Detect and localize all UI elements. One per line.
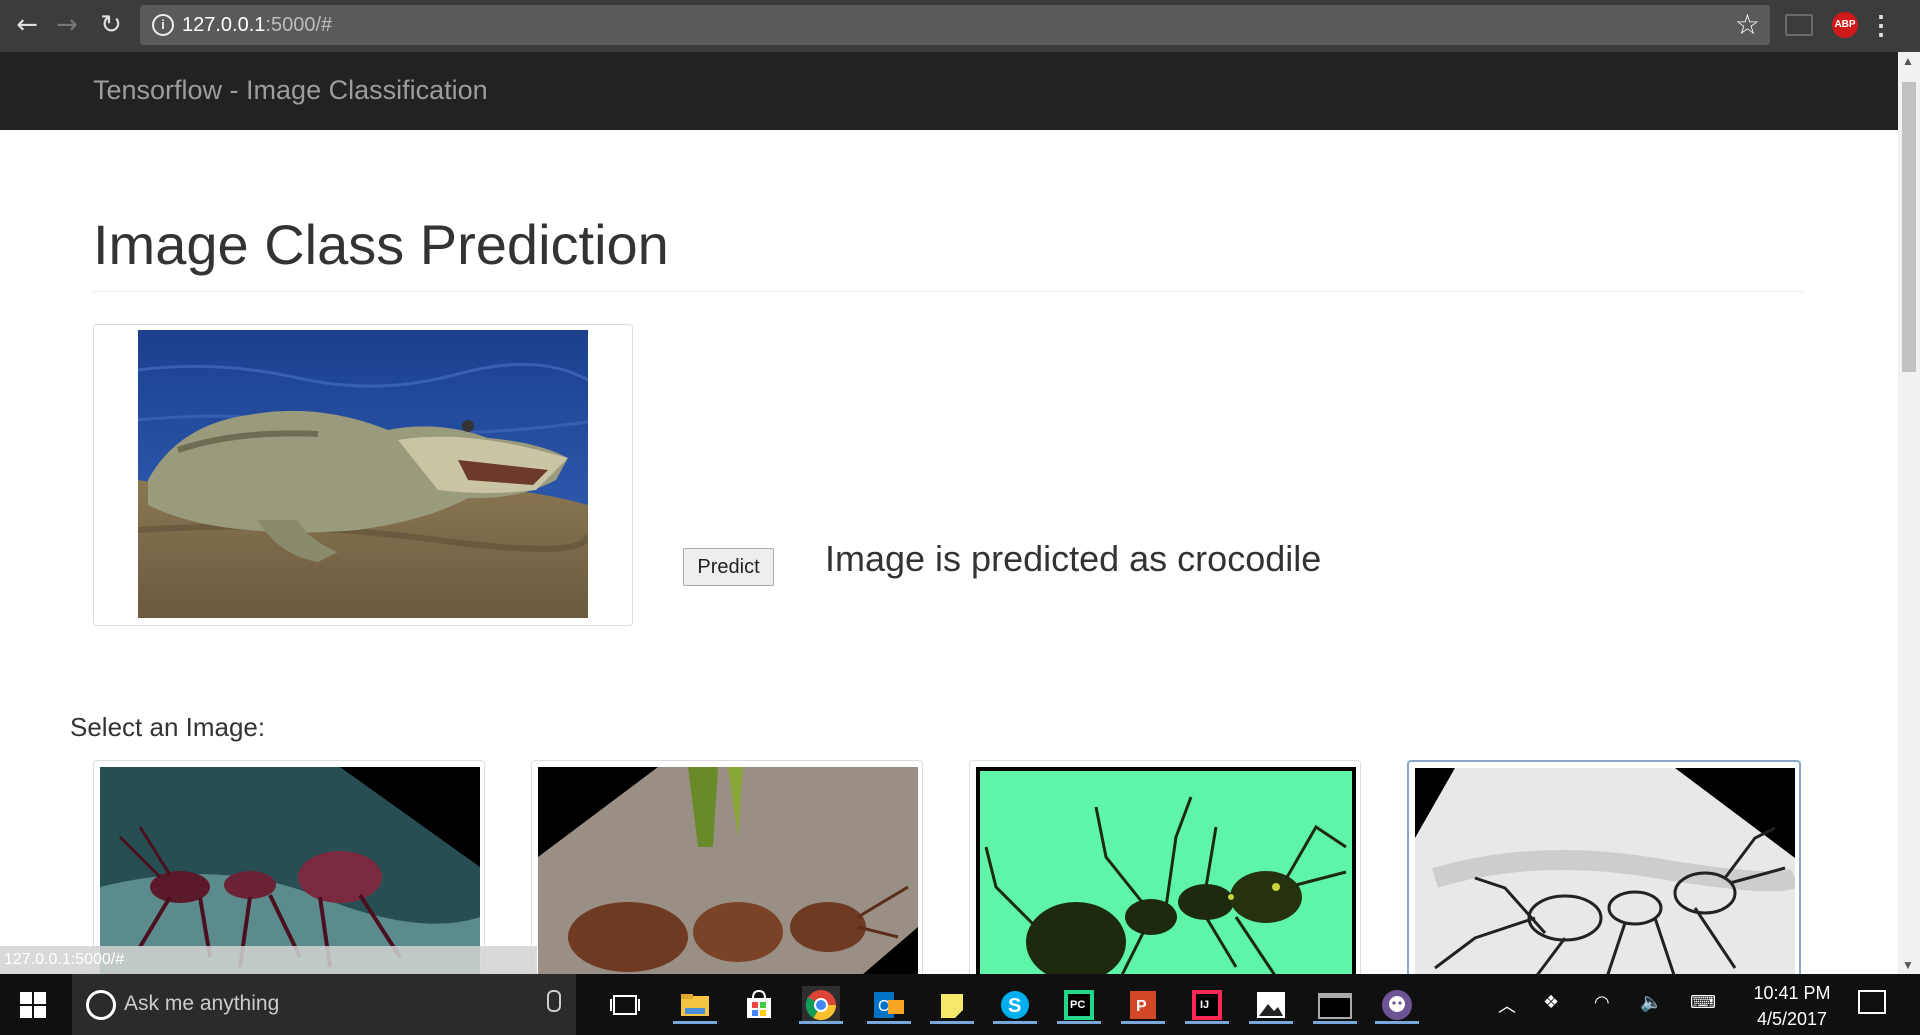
back-icon[interactable]: ←	[12, 10, 42, 40]
chrome-icon[interactable]	[799, 986, 843, 1024]
image-option-3[interactable]	[969, 760, 1361, 992]
bookmark-star-icon[interactable]: ☆	[1735, 8, 1760, 41]
browser-toolbar: ← → ↻ i 127.0.0.1:5000/# ☆ ABP ⋮	[0, 0, 1920, 52]
github-active-indicator	[1375, 1021, 1419, 1024]
predict-button[interactable]: Predict	[683, 548, 774, 586]
store-icon[interactable]	[740, 986, 778, 1024]
dropbox-icon[interactable]: ❖	[1543, 992, 1559, 1013]
url-path: :5000/#	[265, 14, 333, 36]
outlook-active-indicator	[867, 1021, 911, 1024]
preview-thumbnail	[93, 324, 633, 626]
cast-icon[interactable]	[1785, 14, 1813, 36]
pycharm-icon[interactable]: PC	[1057, 986, 1101, 1024]
title-divider	[93, 291, 1803, 292]
task-view-icon[interactable]	[606, 986, 644, 1024]
crocodile-image	[138, 330, 588, 618]
github-icon[interactable]	[1375, 986, 1419, 1024]
sticky-notes-active-indicator	[930, 1021, 974, 1024]
microphone-icon[interactable]	[547, 990, 561, 1012]
terminal-icon[interactable]	[1313, 986, 1357, 1024]
scroll-thumb[interactable]	[1902, 82, 1916, 372]
photos-icon[interactable]	[1249, 986, 1293, 1024]
file-explorer-active-indicator	[673, 1021, 717, 1024]
url-host: 127.0.0.1	[182, 14, 266, 36]
address-bar[interactable]: i 127.0.0.1:5000/# ☆	[140, 5, 1770, 45]
navbar: Tensorflow - Image Classification	[0, 52, 1898, 130]
svg-text:IJ: IJ	[1200, 999, 1209, 1011]
reload-icon[interactable]: ↻	[96, 10, 126, 40]
ant-image-4	[1415, 768, 1795, 988]
page-title: Image Class Prediction	[93, 213, 669, 276]
image-option-2[interactable]	[531, 760, 923, 992]
clock-time: 10:41 PM	[1753, 983, 1831, 1003]
chrome-active-indicator	[799, 1021, 843, 1024]
system-clock[interactable]: 10:41 PM 4/5/2017	[1750, 980, 1834, 1032]
windows-taskbar: Ask me anything O S PC P IJ ︿ ❖ ◠ 🔈 ⌨ 10…	[0, 974, 1920, 1035]
file-explorer-icon[interactable]	[673, 986, 717, 1024]
powerpoint-active-indicator	[1121, 1021, 1165, 1024]
prediction-result: Image is predicted as crocodile	[825, 538, 1322, 579]
sticky-notes-icon[interactable]	[930, 986, 974, 1024]
status-bar-url: 127.0.0.1:5000/#	[0, 946, 537, 974]
cortana-icon	[86, 990, 116, 1020]
powerpoint-icon[interactable]: P	[1121, 986, 1165, 1024]
address-url: 127.0.0.1:5000/#	[182, 14, 332, 37]
svg-text:PC: PC	[1070, 999, 1085, 1011]
cortana-search-box[interactable]: Ask me anything	[72, 974, 576, 1035]
image-option-4[interactable]	[1407, 760, 1801, 994]
skype-active-indicator	[993, 1021, 1037, 1024]
keyboard-icon[interactable]: ⌨	[1690, 992, 1716, 1013]
adblock-icon[interactable]: ABP	[1832, 12, 1858, 38]
clock-date: 4/5/2017	[1756, 1009, 1828, 1029]
svg-text:S: S	[1008, 995, 1021, 1017]
terminal-active-indicator	[1313, 1021, 1357, 1024]
search-placeholder: Ask me anything	[124, 992, 280, 1015]
action-center-icon[interactable]	[1858, 990, 1886, 1014]
pycharm-active-indicator	[1057, 1021, 1101, 1024]
ant-image-2	[538, 767, 918, 987]
navbar-brand[interactable]: Tensorflow - Image Classification	[93, 75, 488, 106]
chevron-up-icon[interactable]: ︿	[1498, 992, 1516, 1018]
intellij-icon[interactable]: IJ	[1185, 986, 1229, 1024]
skype-icon[interactable]: S	[993, 986, 1037, 1024]
wifi-icon[interactable]: ◠	[1594, 992, 1610, 1013]
scroll-down-icon[interactable]: ▼	[1902, 958, 1914, 972]
select-image-label: Select an Image:	[70, 712, 266, 742]
outlook-icon[interactable]: O	[867, 986, 911, 1024]
info-icon[interactable]: i	[152, 14, 174, 36]
browser-menu-icon[interactable]: ⋮	[1868, 10, 1894, 40]
volume-icon[interactable]: 🔈	[1640, 992, 1662, 1013]
windows-start-icon[interactable]	[20, 992, 46, 1018]
intellij-active-indicator	[1185, 1021, 1229, 1024]
photos-active-indicator	[1249, 1021, 1293, 1024]
svg-text:P: P	[1136, 998, 1147, 1015]
scroll-up-icon[interactable]: ▲	[1902, 54, 1914, 68]
ant-image-3	[976, 767, 1356, 987]
page-scrollbar[interactable]: ▲ ▼	[1898, 52, 1920, 974]
forward-icon[interactable]: →	[52, 10, 82, 40]
